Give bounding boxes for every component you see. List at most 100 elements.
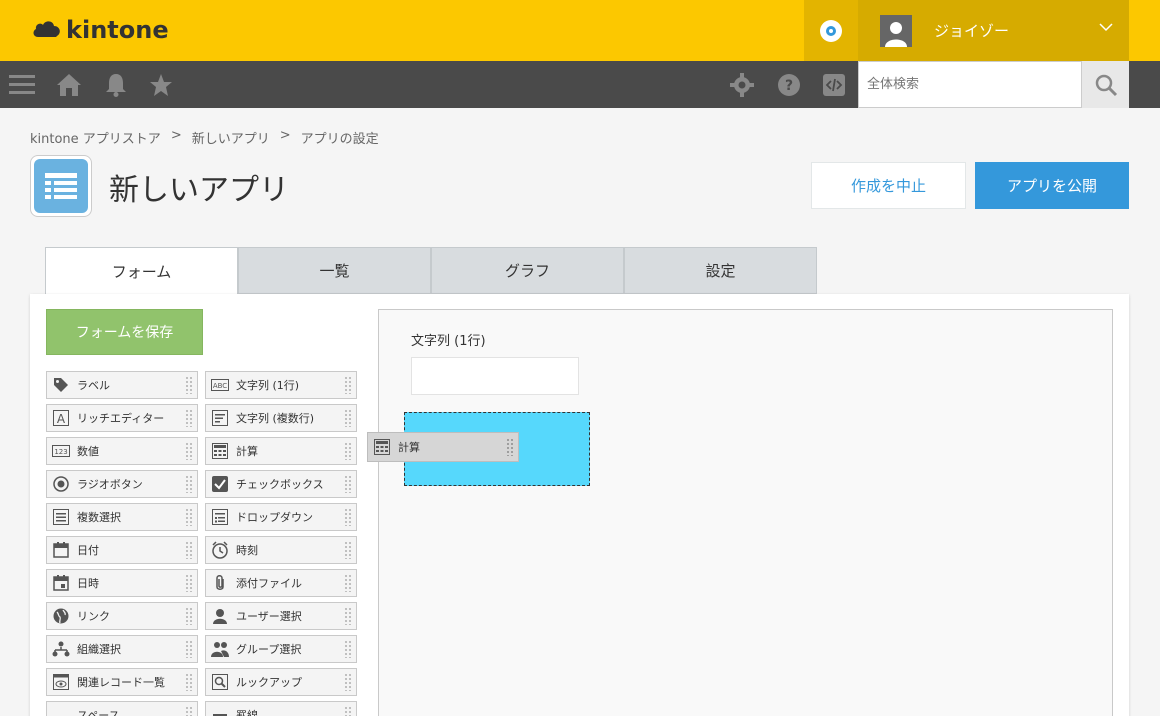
palette-item-single-line-text[interactable]: ABC 文字列 (1行)	[205, 371, 357, 399]
search-button[interactable]	[1082, 61, 1129, 108]
rich-editor-icon: A	[52, 409, 70, 427]
breadcrumb-app-settings: アプリの設定	[300, 132, 379, 147]
globe-icon	[52, 607, 70, 625]
palette-item-text: チェックボックス	[236, 478, 324, 491]
tab-list[interactable]: 一覧	[238, 247, 431, 294]
chevron-down-icon	[1099, 23, 1113, 32]
tab-graph[interactable]: グラフ	[431, 247, 624, 294]
svg-text:?: ?	[785, 78, 793, 94]
palette-item-group-select[interactable]: グループ選択	[205, 635, 357, 663]
palette-item-radio[interactable]: ラジオボタン	[46, 470, 198, 498]
palette-item-dropdown[interactable]: ドロップダウン	[205, 503, 357, 531]
palette-item-org-select[interactable]: 組織選択	[46, 635, 198, 663]
datetime-icon	[52, 574, 70, 592]
nav-bar: ?	[0, 61, 1160, 108]
user-name: ジョイゾー	[934, 22, 1010, 40]
avatar	[880, 14, 912, 47]
cloud-logo-icon	[33, 21, 60, 37]
dropdown-icon	[211, 508, 229, 526]
bell-icon[interactable]	[103, 72, 129, 98]
app-icon	[30, 155, 92, 217]
palette-item-space[interactable]: スペース	[46, 701, 198, 716]
multiline-text-icon	[211, 409, 229, 427]
breadcrumb: kintone アプリストア > 新しいアプリ > アプリの設定	[30, 128, 379, 147]
palette-item-label[interactable]: ラベル	[46, 371, 198, 399]
tab-settings[interactable]: 設定	[624, 247, 817, 294]
palette-item-datetime[interactable]: 日時	[46, 569, 198, 597]
palette-item-text: グループ選択	[236, 643, 302, 656]
palette-item-text: 日時	[77, 577, 99, 590]
tab-form[interactable]: フォーム	[45, 247, 238, 295]
form-field-label: 文字列 (1行)	[411, 334, 486, 349]
lookup-icon	[211, 673, 229, 691]
breadcrumb-app-store[interactable]: kintone アプリストア	[30, 128, 161, 147]
breadcrumb-separator: >	[170, 128, 182, 143]
palette-item-multi-select[interactable]: 複数選択	[46, 503, 198, 531]
abc-icon: ABC	[211, 376, 229, 394]
palette-item-multi-line-text[interactable]: 文字列 (複数行)	[205, 404, 357, 432]
search-field[interactable]	[858, 61, 1082, 108]
breadcrumb-new-app[interactable]: 新しいアプリ	[192, 128, 270, 147]
border-icon	[211, 706, 229, 716]
palette-item-text: ユーザー選択	[236, 610, 302, 623]
palette-item-text: 数値	[77, 445, 99, 458]
palette-item-user-select[interactable]: ユーザー選択	[205, 602, 357, 630]
palette-item-text: ルックアップ	[236, 676, 302, 689]
palette-item-checkbox[interactable]: チェックボックス	[205, 470, 357, 498]
publish-button[interactable]: アプリを公開	[975, 162, 1129, 209]
form-editor-panel: フォームを保存 ラベル ABC 文字列 (1行) A リッチエディター 文字列 …	[30, 294, 1129, 716]
palette-item-date[interactable]: 日付	[46, 536, 198, 564]
palette-item-text: ラベル	[77, 379, 110, 392]
space-icon	[52, 706, 70, 716]
palette-item-text: ラジオボタン	[77, 478, 143, 491]
palette-item-lookup[interactable]: ルックアップ	[205, 668, 357, 696]
tab-bar: フォーム 一覧 グラフ 設定	[45, 247, 817, 295]
code-icon[interactable]	[821, 72, 847, 98]
form-field-input-preview[interactable]	[411, 357, 579, 395]
menu-icon[interactable]	[9, 72, 35, 98]
user-menu[interactable]: ジョイゾー	[858, 0, 1129, 61]
breadcrumb-separator: >	[279, 128, 291, 143]
palette-item-text: 日付	[77, 544, 99, 557]
notification-button[interactable]	[804, 0, 858, 61]
palette-item-number[interactable]: 123 数値	[46, 437, 198, 465]
calculator-icon	[373, 438, 391, 456]
svg-text:A: A	[57, 412, 66, 426]
svg-text:123: 123	[54, 448, 67, 456]
palette-item-text: スペース	[77, 709, 120, 716]
palette-item-time[interactable]: 時刻	[205, 536, 357, 564]
paperclip-icon	[211, 574, 229, 592]
multi-select-icon	[52, 508, 70, 526]
gear-icon[interactable]	[729, 72, 755, 98]
cancel-button[interactable]: 作成を中止	[811, 162, 966, 209]
star-icon[interactable]	[148, 72, 174, 98]
palette-item-text: 関連レコード一覧	[77, 676, 165, 689]
page-title: 新しいアプリ	[109, 173, 289, 208]
calculator-icon	[211, 442, 229, 460]
palette-item-attachment[interactable]: 添付ファイル	[205, 569, 357, 597]
palette-item-border[interactable]: 罫線	[205, 701, 357, 716]
dragging-label: 計算	[398, 441, 420, 454]
clock-icon	[211, 541, 229, 559]
palette-item-text: 複数選択	[77, 511, 121, 524]
kintone-logo[interactable]: kintone	[32, 16, 169, 44]
search-input[interactable]	[859, 62, 1081, 107]
search-icon	[1095, 74, 1117, 96]
radio-icon	[52, 475, 70, 493]
save-form-button[interactable]: フォームを保存	[46, 309, 203, 355]
palette-item-text: 罫線	[236, 709, 258, 716]
group-icon	[211, 640, 229, 658]
form-canvas[interactable]: 文字列 (1行)	[378, 309, 1113, 716]
svg-text:ABC: ABC	[213, 382, 227, 390]
dragging-field-calculation[interactable]: 計算	[367, 432, 519, 462]
palette-item-text: リッチエディター	[77, 412, 165, 425]
palette-item-related-records[interactable]: 関連レコード一覧	[46, 668, 198, 696]
palette-item-text: ドロップダウン	[236, 511, 313, 524]
palette-item-rich-editor[interactable]: A リッチエディター	[46, 404, 198, 432]
palette-item-text: 文字列 (複数行)	[236, 412, 315, 425]
palette-item-link[interactable]: リンク	[46, 602, 198, 630]
home-icon[interactable]	[56, 72, 82, 98]
help-icon[interactable]: ?	[776, 72, 802, 98]
checkbox-icon	[211, 475, 229, 493]
palette-item-calculation[interactable]: 計算	[205, 437, 357, 465]
